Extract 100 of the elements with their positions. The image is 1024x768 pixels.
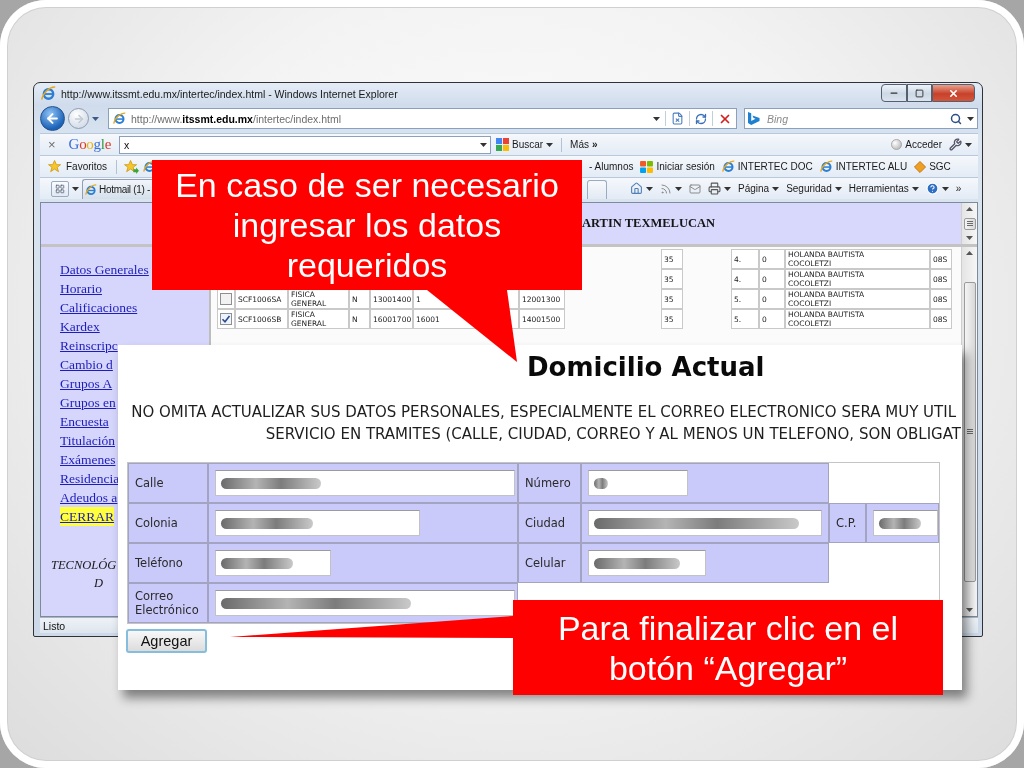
text-field[interactable] [588, 550, 706, 576]
blurred-text-icon [221, 597, 411, 609]
field-label: Ciudad [518, 503, 581, 543]
favorites-link[interactable]: INTERTEC ALU [817, 157, 910, 176]
menu-link[interactable]: Kardex [60, 317, 100, 336]
menu-link[interactable]: Horario [60, 279, 102, 298]
help-button[interactable] [923, 179, 951, 198]
caret-icon [675, 186, 682, 191]
more-link[interactable]: Más » [568, 135, 600, 154]
menu-link[interactable]: Grupos A [60, 374, 113, 393]
scrollbar[interactable] [961, 203, 977, 244]
menu-link[interactable]: Exámenes [60, 450, 116, 469]
favorites-button[interactable]: Favoritos [46, 157, 110, 176]
field-label: C.P. [829, 503, 866, 543]
submit-button[interactable]: Agregar [126, 629, 207, 653]
grip-lines-icon [966, 429, 973, 434]
menu-button[interactable]: Herramientas [846, 179, 921, 198]
scroll-up-icon[interactable] [966, 207, 973, 211]
close-button[interactable] [932, 84, 975, 102]
favorites-link[interactable]: INTERTEC DOC [719, 157, 815, 176]
menu-link[interactable]: Calificaciones [60, 298, 138, 317]
menu-link[interactable]: Cambio d [60, 355, 113, 374]
notice-text: NO OMITA ACTUALIZAR SUS DATOS PERSONALES, ESPECIALMENTE EL CORREO ELECTRONICO SERA MUY UTIL [131, 402, 956, 423]
text-field[interactable] [215, 550, 331, 576]
field-label: Correo Electrónico [128, 583, 208, 623]
menu-button[interactable]: Seguridad [784, 179, 844, 198]
caret-icon [834, 186, 842, 191]
browser-tab[interactable]: Hotmail (1) - [82, 179, 152, 199]
maximize-button[interactable] [907, 84, 932, 102]
app-logo-icon [41, 86, 56, 101]
caret-icon [967, 116, 974, 121]
favorites-link[interactable]: Iniciar sesión [638, 157, 717, 176]
scrollbar-thumb[interactable] [963, 281, 976, 582]
search-icon[interactable] [950, 112, 962, 125]
page-icon [819, 160, 833, 173]
scrollbar[interactable] [961, 247, 977, 616]
menu-link[interactable]: Residencia [60, 469, 120, 488]
field-label: Teléfono [128, 543, 208, 583]
blurred-text-icon [879, 517, 921, 529]
menu-link[interactable]: Adeudos a [60, 488, 118, 507]
feed-icon [660, 182, 672, 195]
refresh-icon[interactable] [695, 112, 707, 125]
forward-arrow-icon [72, 112, 85, 125]
checkbox[interactable] [220, 293, 232, 305]
text-field[interactable] [215, 470, 515, 496]
close-toolbar-button[interactable]: × [46, 137, 58, 152]
google-logo: Google [68, 136, 111, 153]
text-field[interactable] [873, 510, 938, 536]
menu-link[interactable]: Titulación [60, 431, 115, 450]
back-button[interactable] [40, 106, 65, 131]
field-label: Colonia [128, 503, 208, 543]
text-field[interactable] [588, 510, 822, 536]
settings-button[interactable] [947, 135, 974, 154]
blurred-text-icon [221, 557, 293, 569]
menu-link[interactable]: Grupos en [60, 393, 116, 412]
menu-link[interactable]: Datos Generales [60, 260, 149, 279]
blurred-text-icon [594, 517, 799, 529]
printer-icon [708, 182, 721, 195]
scroll-down-icon[interactable] [966, 236, 973, 240]
caret-icon [911, 186, 919, 191]
caret-icon [480, 142, 487, 147]
home-icon [630, 182, 643, 195]
field-label: Número [518, 463, 581, 503]
favorites-link[interactable]: SGC [912, 157, 953, 176]
blurred-text-icon [594, 477, 608, 489]
mail-icon [689, 182, 701, 195]
scrollbar-thumb[interactable] [963, 217, 976, 230]
checkbox[interactable] [220, 313, 232, 325]
page-icon [113, 112, 126, 125]
overflow-button[interactable]: » [953, 179, 964, 198]
address-field[interactable]: http://www.itssmt.edu.mx/intertec/index.html [108, 108, 737, 129]
form-title: Domicilio Actual [527, 352, 765, 382]
sign-in-button[interactable]: Acceder [889, 135, 944, 154]
caret-icon [941, 186, 949, 191]
menu-link[interactable]: Reinscripc [60, 336, 118, 355]
add-favorite-icon [124, 159, 140, 174]
help-icon [925, 182, 939, 195]
field-label: Calle [128, 463, 208, 503]
document-x-icon[interactable] [671, 112, 684, 125]
menu-button[interactable]: Página [736, 179, 782, 198]
search-button[interactable]: Buscar [494, 135, 556, 154]
search-field[interactable]: x [119, 135, 491, 154]
page-icon [85, 183, 97, 196]
print-button[interactable] [706, 179, 733, 198]
scroll-up-icon[interactable] [966, 251, 973, 255]
grip-lines-icon [966, 221, 973, 226]
scroll-down-icon[interactable] [966, 608, 973, 612]
menu-link[interactable]: Encuesta [60, 412, 109, 431]
text-field[interactable] [215, 590, 515, 616]
caret-icon [646, 186, 653, 191]
minimize-button[interactable] [881, 84, 907, 102]
favorites-link[interactable]: - Alumnos [587, 157, 636, 176]
text-field[interactable] [588, 470, 688, 496]
search-field[interactable]: Bing [744, 108, 978, 129]
sphere-icon [891, 139, 903, 150]
tab-list-button[interactable] [51, 180, 69, 197]
menu-link[interactable]: CERRAR [60, 507, 114, 526]
page-header-text: ARTIN TEXMELUCAN [582, 216, 716, 231]
logo-icon [748, 112, 760, 125]
text-field[interactable] [215, 510, 420, 536]
